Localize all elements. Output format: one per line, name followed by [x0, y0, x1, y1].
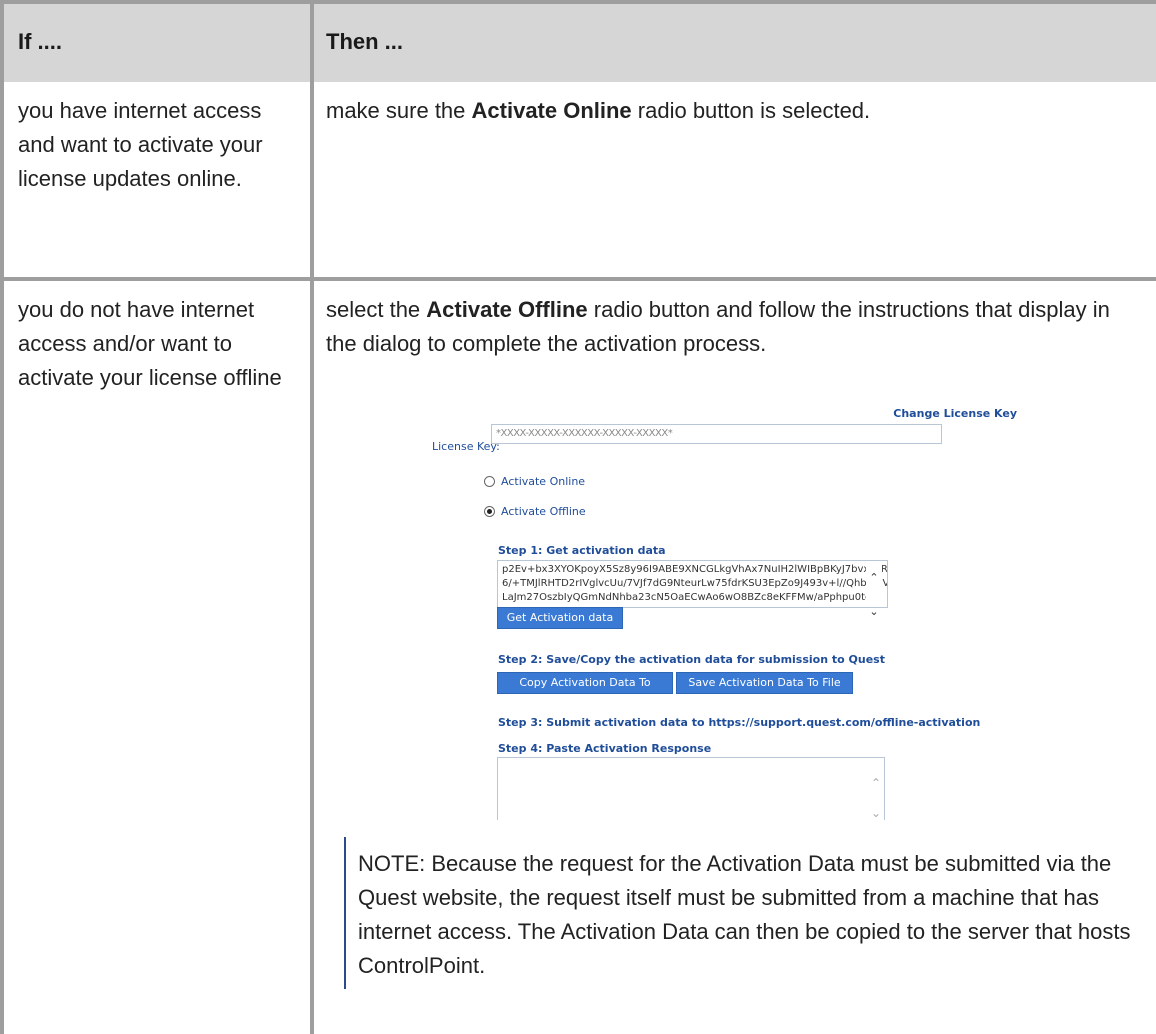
activate-offline-radio-row[interactable]: Activate Offline: [484, 495, 586, 529]
activation-dialog-screenshot: Change License Key License Key: *XXXX-XX…: [398, 378, 1053, 820]
copy-activation-data-button[interactable]: Copy Activation Data To Clipboard: [497, 671, 673, 709]
row2-if-text: you do not have internet access and/or w…: [0, 278, 314, 1034]
license-key-label: License Key:: [432, 439, 500, 453]
scroll-down-icon[interactable]: ⌄: [869, 595, 878, 629]
table-header-row: If .... Then ...: [0, 0, 1156, 83]
activation-response-textarea[interactable]: ⌃ ⌄: [497, 756, 885, 820]
response-scroll-down-icon[interactable]: ⌄: [871, 796, 881, 830]
row1-then-before: make sure the: [326, 98, 472, 124]
row2-then-before: select the: [326, 296, 427, 322]
if-then-table: If .... Then ... you have internet acces…: [0, 0, 1156, 1034]
table-row: you do not have internet access and/or w…: [0, 278, 1156, 1034]
header-if: If ....: [0, 0, 314, 83]
activate-online-label: Activate Online: [501, 474, 586, 488]
table-row: you have internet access and want to act…: [0, 82, 1156, 281]
activate-online-radio-row[interactable]: Activate Online: [484, 465, 585, 499]
activation-data-scrollbar[interactable]: ⌃ ⌄: [866, 560, 882, 618]
row1-if-text: you have internet access and want to act…: [0, 82, 314, 281]
activate-online-radio[interactable]: [484, 476, 495, 488]
scroll-up-icon[interactable]: ⌃: [869, 561, 878, 595]
activate-offline-label: Activate Offline: [501, 504, 586, 518]
response-scroll-up-icon[interactable]: ⌃: [871, 766, 881, 800]
row2-then-cell: select the Activate Offline radio button…: [312, 279, 1156, 1034]
row2-then-text: select the Activate Offline radio button…: [326, 293, 1146, 361]
activate-offline-radio[interactable]: [484, 506, 495, 518]
header-then: Then ...: [312, 0, 1156, 83]
row1-then-text: make sure the Activate Online radio butt…: [312, 82, 1156, 281]
save-activation-data-button[interactable]: Save Activation Data To File: [676, 671, 853, 694]
activation-data-textarea[interactable]: p2Ev+bx3XYOKpoyX5Sz8y96I9ABE9XNCGLkgVhAx…: [497, 559, 888, 608]
activation-data-line: p2Ev+bx3XYOKpoyX5Sz8y96I9ABE9XNCGLkgVhAx…: [502, 563, 888, 575]
row1-then-after: radio button is selected.: [631, 98, 871, 124]
activation-data-line: LaJm27OszbIyQGmNdNhba23cN5OaECwAo6wO8BZc…: [502, 591, 882, 603]
get-activation-data-button[interactable]: Get Activation data: [497, 606, 623, 629]
license-key-field[interactable]: *XXXX-XXXXX-XXXXXX-XXXXX-XXXXX*: [491, 423, 942, 444]
activation-data-line: 6/+TMJlRHTD2rIVglvcUu/7VJf7dG9NteurLw75f…: [502, 577, 888, 589]
row1-then-bold: Activate Online: [471, 98, 632, 124]
row2-then-bold: Activate Offline: [426, 296, 588, 322]
note-callout: NOTE: Because the request for the Activa…: [344, 836, 1138, 989]
